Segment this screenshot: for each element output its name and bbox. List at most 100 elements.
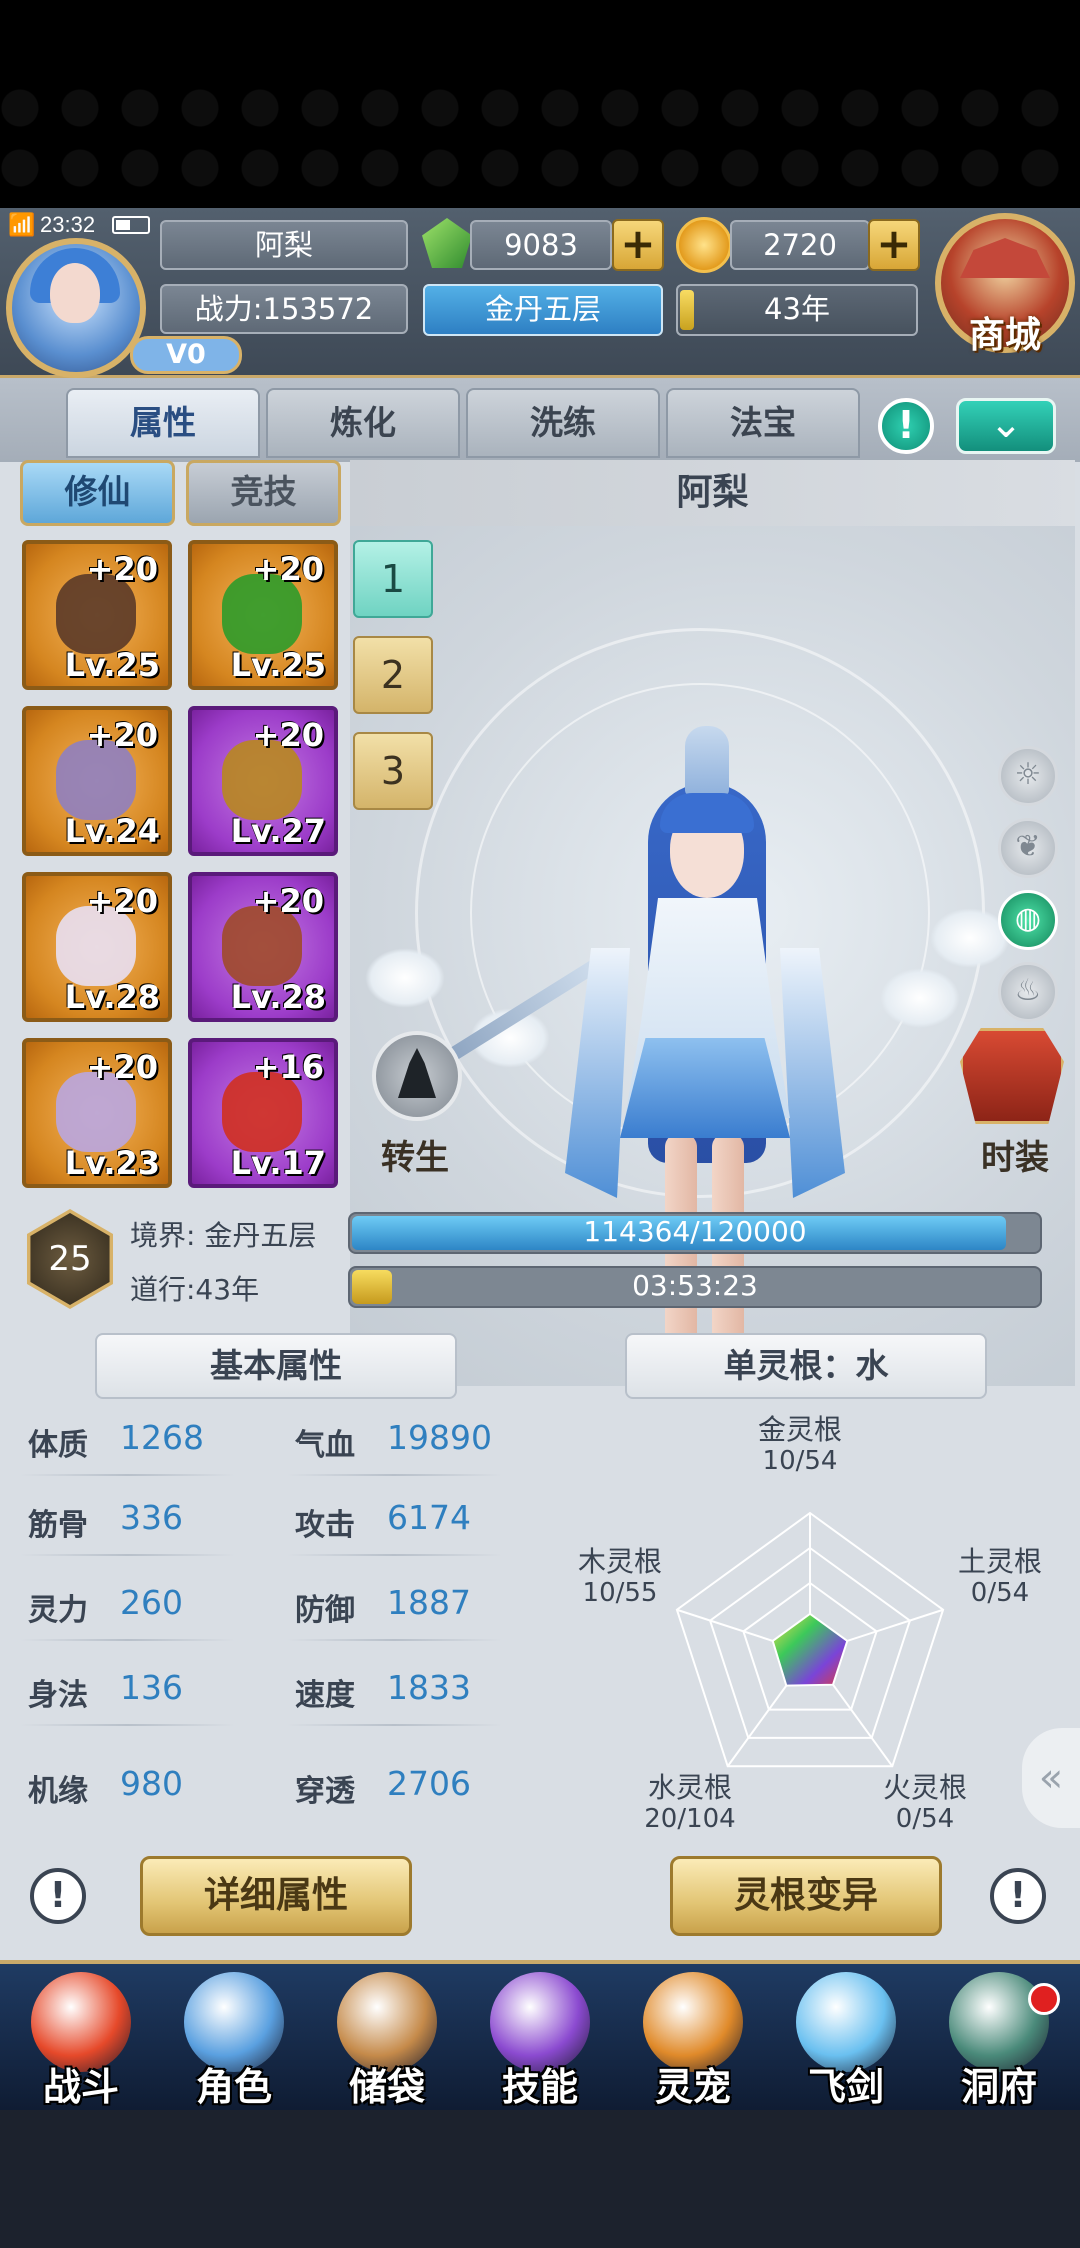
equipment-slot[interactable]: +16 Lv.17 [188,1038,338,1188]
stat-label: 气血 [295,1428,355,1463]
item-level: Lv.24 [64,812,160,850]
character-headpiece [685,726,729,796]
enhance-level: +20 [86,882,158,920]
add-gems-button[interactable]: + [612,219,664,271]
exp-text: 114364/120000 [583,1215,807,1248]
sun-element-icon[interactable]: ☼ [998,746,1058,806]
stat-label: 速度 [295,1678,355,1713]
tab-attributes[interactable]: 属性 [66,388,260,458]
root-value: 0/54 [895,1804,955,1834]
stat-value: 19890 [387,1418,492,1457]
item-level: Lv.27 [230,812,326,850]
years-bar-fill [680,290,694,330]
equipment-slot[interactable]: +20 Lv.23 [22,1038,172,1188]
stat-divider [287,1724,502,1726]
root-value: 10/55 [582,1578,658,1608]
enhance-level: +20 [252,550,324,588]
equipment-slot[interactable]: +20 Lv.25 [188,540,338,690]
stat-value: 260 [120,1583,183,1622]
root-name: 金灵根 [757,1413,842,1446]
radar-value-shape [771,1612,849,1687]
root-name: 木灵根 [577,1545,662,1578]
nav-item[interactable]: 灵宠 [618,1964,768,2110]
nav-label: 储袋 [348,2065,425,2109]
detail-attributes-button[interactable]: 详细属性 [140,1856,412,1936]
loadout-3-button[interactable]: 3 [353,732,433,810]
tab-row: 属性 炼化 洗练 法宝 ! ⌄ [0,378,1080,462]
combat-power: 战力:153572 [160,284,408,334]
stat-value: 1833 [387,1668,471,1707]
equipment-slot[interactable]: +20 Lv.28 [22,872,172,1022]
bottom-nav: 战斗 角色 储袋 技能 灵宠 飞剑 洞府 [0,1960,1080,2110]
root-value: 0/54 [970,1578,1030,1608]
equipment-slot[interactable]: +20 Lv.24 [22,706,172,856]
nav-label: 战斗 [42,2065,119,2109]
stat-divider [287,1554,502,1556]
stat-value: 1268 [120,1418,204,1457]
stat-value: 6174 [387,1498,471,1537]
level-number: 25 [48,1239,92,1279]
water-element-icon[interactable]: ◍ [998,890,1058,950]
alert-icon[interactable]: ! [878,398,934,454]
gold-coin-icon [676,217,732,273]
realm-label: 境界: 金丹五层 [130,1219,317,1252]
chevron-down-icon[interactable]: ⌄ [956,398,1056,454]
tab-artifact[interactable]: 法宝 [666,388,860,458]
leaf-element-icon[interactable]: ❦ [998,818,1058,878]
enhance-level: +20 [86,1048,158,1086]
nav-item[interactable]: 战斗 [6,1964,156,2110]
character-fringe [660,793,754,833]
stat-divider [20,1474,235,1476]
stat-value: 336 [120,1498,183,1537]
tab-refine[interactable]: 炼化 [266,388,460,458]
nav-item[interactable]: 角色 [159,1964,309,2110]
bottom-decor-band [0,2110,1080,2248]
enhance-level: +20 [252,882,324,920]
nav-label: 灵宠 [654,2065,731,2109]
item-level: Lv.23 [64,1144,160,1182]
info-icon[interactable]: ! [30,1868,86,1924]
stat-label: 灵力 [28,1593,88,1628]
add-coins-button[interactable]: + [868,219,920,271]
side-expand-icon[interactable]: « [1022,1728,1080,1828]
subtab-cultivation[interactable]: 修仙 [20,460,175,526]
gem-count: 9083 [470,220,612,270]
wifi-icon: 📶 [8,212,36,237]
nav-item[interactable]: 飞剑 [771,1964,921,2110]
player-name: 阿梨 [160,220,408,270]
equipment-slot[interactable]: +20 Lv.28 [188,872,338,1022]
game-screen: 📶 23:32 V0 阿梨 战力:153572 金丹五层 9083 + 2720… [0,208,1080,2110]
costume-label: 时装 [981,1138,1049,1178]
stat-divider [287,1474,502,1476]
equipment-slot[interactable]: +20 Lv.27 [188,706,338,856]
item-level: Lv.28 [64,978,160,1016]
info-icon[interactable]: ! [990,1868,1046,1924]
stat-divider [20,1639,235,1641]
item-level: Lv.28 [230,978,326,1016]
tao-label: 道行:43年 [130,1273,260,1306]
character-name: 阿梨 [350,460,1075,526]
nav-label: 技能 [501,2065,578,2109]
stat-label: 机缘 [28,1774,88,1809]
tab-reforge[interactable]: 洗练 [466,388,660,458]
subtab-arena[interactable]: 竞技 [186,460,341,526]
root-mutation-button[interactable]: 灵根变异 [670,1856,942,1936]
shop-label: 商城 [968,315,1041,356]
loadout-1-button[interactable]: 1 [353,540,433,618]
coin-count: 2720 [730,220,870,270]
costume-button[interactable] [960,1028,1064,1124]
loadout-2-button[interactable]: 2 [353,636,433,714]
basic-attributes-header: 基本属性 [95,1333,457,1399]
item-level: Lv.25 [230,646,326,684]
lotus-decor [365,948,445,1008]
nav-item[interactable]: 技能 [465,1964,615,2110]
nav-item[interactable]: 储袋 [312,1964,462,2110]
rebirth-label: 转生 [381,1138,449,1178]
fire-element-icon[interactable]: ♨ [998,962,1058,1022]
vip-badge[interactable]: V0 [130,336,242,374]
stat-value: 1887 [387,1583,471,1622]
stat-label: 筋骨 [28,1508,88,1543]
equipment-slot[interactable]: +20 Lv.25 [22,540,172,690]
tao-timer: 03:53:23 [632,1269,758,1302]
stat-label: 身法 [28,1678,88,1713]
